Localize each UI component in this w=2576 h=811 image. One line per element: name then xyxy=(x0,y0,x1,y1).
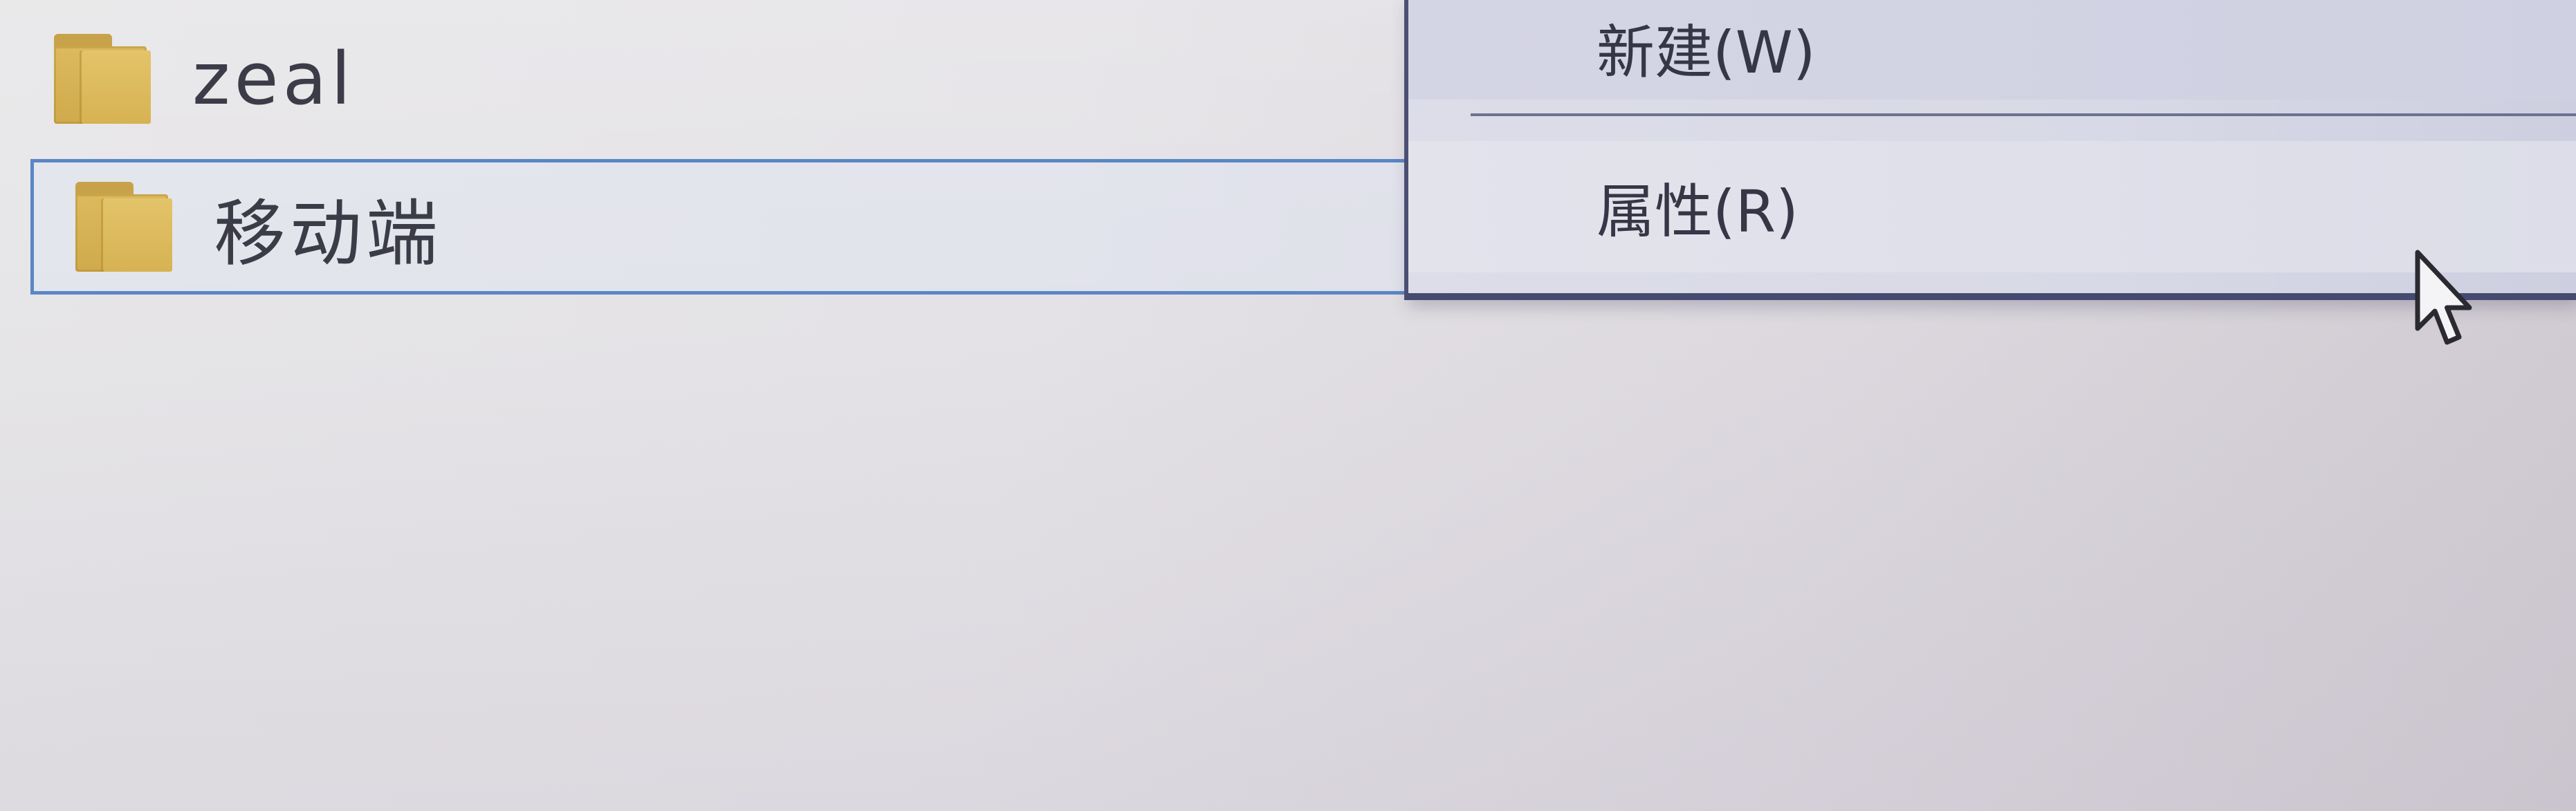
folder-icon xyxy=(75,182,172,272)
list-item-mobile[interactable]: 移动端 xyxy=(30,159,1408,295)
file-name: zeal xyxy=(192,37,356,121)
file-name: 移动端 xyxy=(214,191,443,276)
list-item-zeal[interactable]: zeal xyxy=(30,21,1408,137)
menu-item-new[interactable]: 新建(W) xyxy=(1408,0,2576,100)
folder-icon xyxy=(54,34,151,124)
menu-separator xyxy=(1471,113,2576,116)
menu-item-properties[interactable]: 属性(R) xyxy=(1408,141,2576,272)
context-menu: 新建(W) 属性(R) xyxy=(1404,0,2576,300)
file-list: zeal 移动端 xyxy=(0,0,1411,304)
mouse-cursor-icon xyxy=(2415,250,2472,345)
